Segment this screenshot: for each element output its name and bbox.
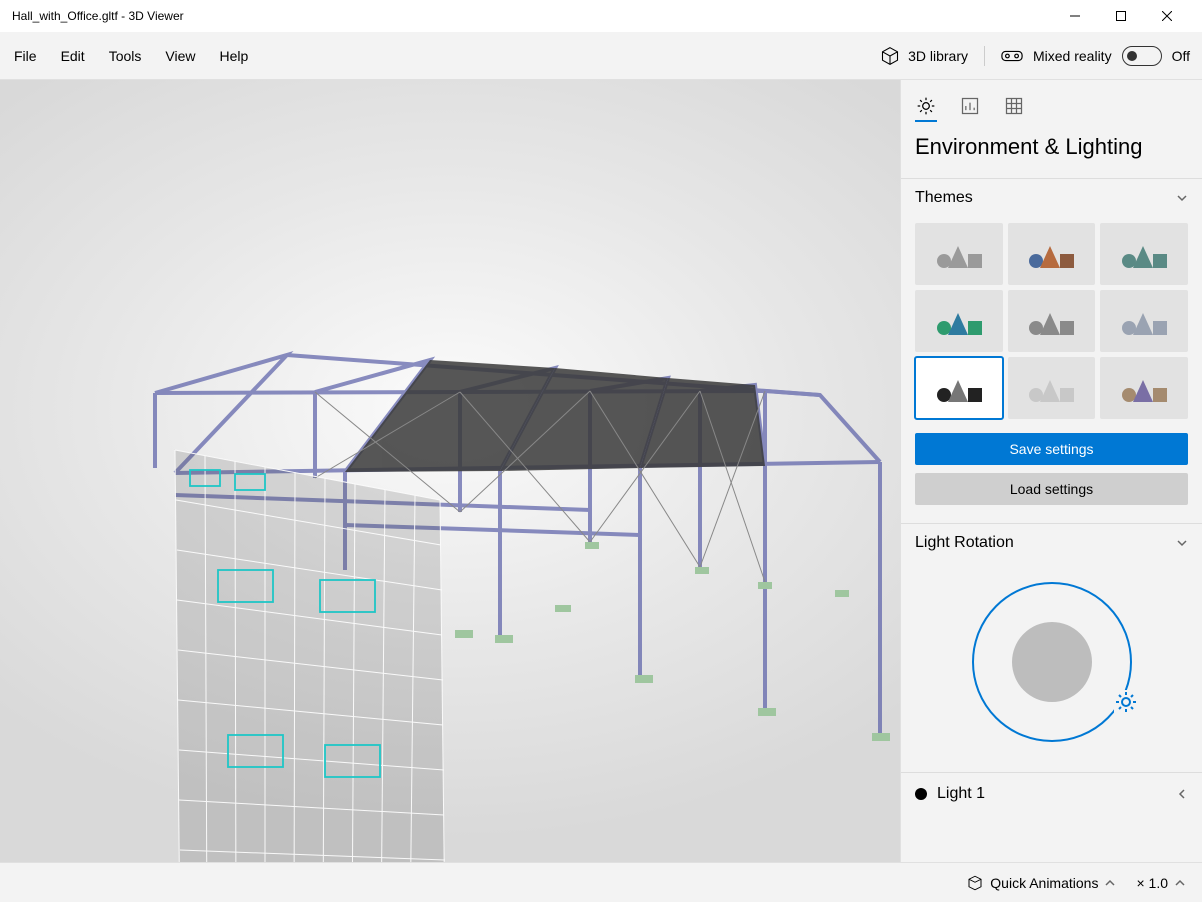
save-settings-button[interactable]: Save settings: [915, 433, 1188, 465]
zoom-control[interactable]: × 1.0: [1136, 875, 1186, 891]
cube-icon: [880, 46, 900, 66]
chevron-down-icon: [1176, 192, 1188, 204]
themes-header[interactable]: Themes: [901, 178, 1202, 217]
menubar: File Edit Tools View Help 3D library Mix…: [0, 32, 1202, 80]
quick-animations-label: Quick Animations: [990, 875, 1098, 891]
menu-edit[interactable]: Edit: [61, 48, 85, 64]
light-rotation-header[interactable]: Light Rotation: [901, 523, 1202, 562]
close-button[interactable]: [1144, 0, 1190, 32]
theme-tile-6[interactable]: [915, 357, 1003, 419]
menu-tools[interactable]: Tools: [109, 48, 142, 64]
minimize-button[interactable]: [1052, 0, 1098, 32]
mixed-reality-toggle[interactable]: [1122, 46, 1162, 66]
stats-icon: [960, 96, 980, 116]
menu-file[interactable]: File: [14, 48, 37, 64]
theme-tile-2[interactable]: [1100, 223, 1188, 285]
tab-grid[interactable]: [1003, 92, 1025, 120]
light-1-row[interactable]: Light 1: [901, 772, 1202, 815]
maximize-button[interactable]: [1098, 0, 1144, 32]
sidebar: Environment & Lighting Themes: [900, 80, 1202, 862]
chevron-up-icon: [1104, 877, 1116, 889]
load-settings-button[interactable]: Load settings: [915, 473, 1188, 505]
light-rotation-dial[interactable]: [972, 582, 1132, 742]
theme-tile-8[interactable]: [1100, 357, 1188, 419]
sun-handle-icon[interactable]: [1114, 690, 1138, 714]
cube-play-icon: [966, 874, 984, 892]
window-title: Hall_with_Office.gltf - 3D Viewer: [12, 9, 1052, 23]
color-swatch: [915, 788, 927, 800]
sidebar-title: Environment & Lighting: [901, 120, 1202, 178]
chevron-left-icon: [1176, 788, 1188, 800]
theme-tile-3[interactable]: [915, 290, 1003, 352]
grid-icon: [1004, 96, 1024, 116]
zoom-value: × 1.0: [1136, 875, 1168, 891]
tab-environment[interactable]: [915, 92, 937, 120]
tab-stats[interactable]: [959, 92, 981, 120]
library-button[interactable]: 3D library: [880, 46, 968, 66]
theme-tile-5[interactable]: [1100, 290, 1188, 352]
mixed-reality-label: Mixed reality: [1033, 48, 1112, 64]
titlebar: Hall_with_Office.gltf - 3D Viewer: [0, 0, 1202, 32]
light-rotation-label: Light Rotation: [915, 534, 1014, 552]
chevron-up-icon: [1174, 877, 1186, 889]
quick-animations-button[interactable]: Quick Animations: [966, 874, 1116, 892]
headset-icon: [1001, 47, 1023, 65]
3d-viewport[interactable]: [0, 80, 900, 862]
themes-label: Themes: [915, 189, 973, 207]
bottom-bar: Quick Animations × 1.0: [0, 862, 1202, 902]
menu-view[interactable]: View: [165, 48, 195, 64]
light-1-label: Light 1: [937, 785, 1166, 803]
menu-help[interactable]: Help: [219, 48, 248, 64]
themes-grid: [901, 217, 1202, 433]
mixed-reality-state: Off: [1172, 48, 1190, 64]
theme-tile-0[interactable]: [915, 223, 1003, 285]
theme-tile-7[interactable]: [1008, 357, 1096, 419]
chevron-down-icon: [1176, 537, 1188, 549]
library-label: 3D library: [908, 48, 968, 64]
sun-icon: [916, 96, 936, 116]
theme-tile-4[interactable]: [1008, 290, 1096, 352]
theme-tile-1[interactable]: [1008, 223, 1096, 285]
